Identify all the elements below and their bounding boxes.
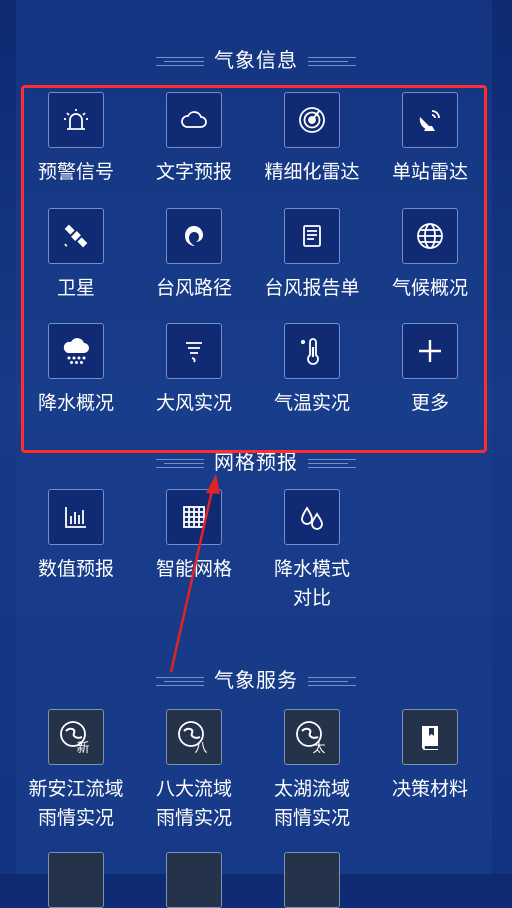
annotation-arrow (169, 474, 220, 673)
